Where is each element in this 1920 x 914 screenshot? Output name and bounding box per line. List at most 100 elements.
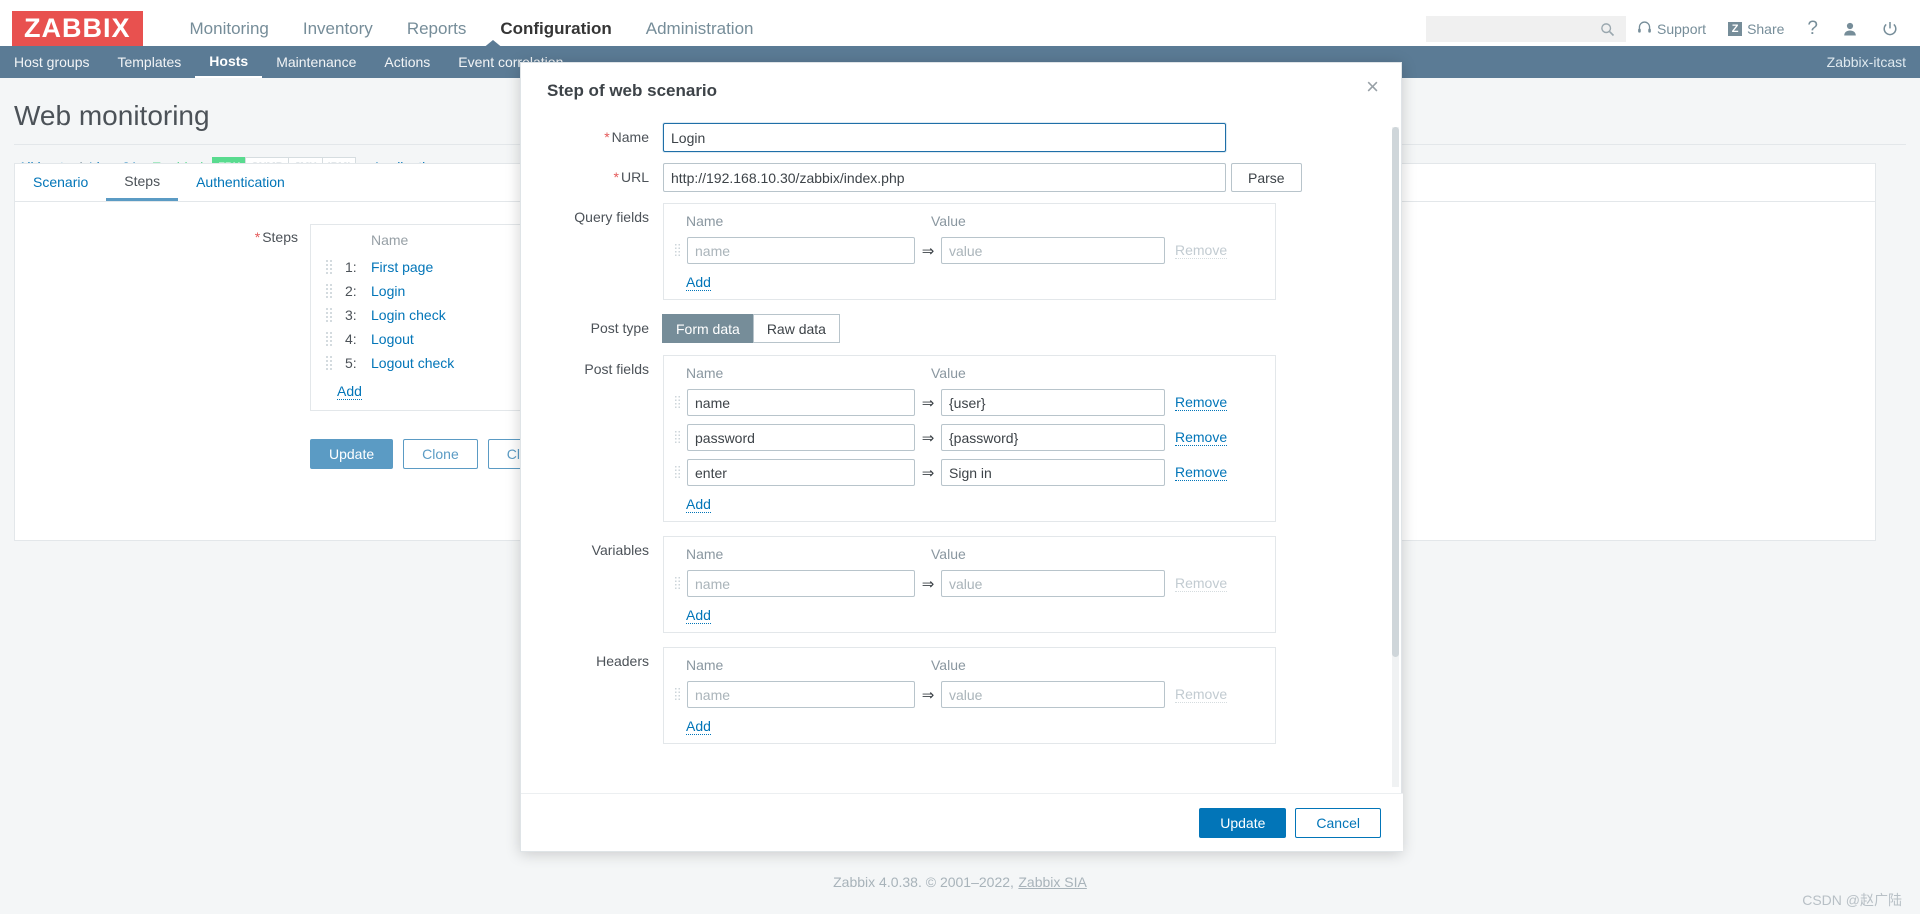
dialog-scrollbar-thumb[interactable] (1392, 127, 1399, 657)
subnav-templates[interactable]: Templates (103, 46, 195, 78)
post-field-value-input[interactable] (941, 424, 1165, 451)
drag-handle-icon[interactable] (674, 430, 681, 445)
column-header-value: Value (931, 546, 966, 562)
step-link[interactable]: Logout check (371, 355, 454, 371)
required-marker: * (613, 169, 619, 185)
post-type-row: Post type Form data Raw data (521, 314, 1401, 343)
drag-handle-icon[interactable] (674, 687, 681, 702)
header-value-input[interactable] (941, 681, 1165, 708)
headers-table: Name Value ⇒ Remove Add (663, 647, 1276, 744)
column-header-value: Value (931, 365, 966, 381)
column-header-name: Name (686, 365, 724, 381)
subnav-hosts[interactable]: Hosts (195, 46, 263, 79)
subnav-actions[interactable]: Actions (370, 46, 444, 78)
dialog-cancel-button[interactable]: Cancel (1295, 807, 1381, 838)
header-row: ⇒ Remove (664, 677, 1275, 712)
url-input[interactable] (663, 163, 1226, 192)
step-of-web-scenario-dialog: Step of web scenario × *Name *URL Parse … (520, 62, 1403, 852)
post-field-value-input[interactable] (941, 389, 1165, 416)
post-field-name-input[interactable] (687, 424, 915, 451)
add-step-link[interactable]: Add (337, 383, 362, 400)
query-field-name-input[interactable] (687, 237, 915, 264)
post-field-value-input[interactable] (941, 459, 1165, 486)
post-field-name-input[interactable] (687, 389, 915, 416)
drag-handle-icon[interactable] (674, 576, 681, 591)
variable-value-input[interactable] (941, 570, 1165, 597)
headset-icon (1637, 20, 1652, 38)
dialog-header: Step of web scenario × (521, 63, 1401, 119)
search-icon[interactable] (1594, 22, 1620, 37)
global-search[interactable] (1426, 16, 1627, 42)
post-fields-table: Name Value ⇒ Remove ⇒ Remove (663, 355, 1276, 522)
current-user-label: Zabbix-itcast (1826, 54, 1906, 70)
column-header-name: Name (686, 657, 724, 673)
subnav-maintenance[interactable]: Maintenance (262, 46, 370, 78)
dialog-body: *Name *URL Parse Query fields Name Value (521, 119, 1401, 791)
column-header-value: Value (931, 657, 966, 673)
variables-row: Variables Name Value ⇒ Remove Add (521, 536, 1401, 633)
tab-scenario[interactable]: Scenario (15, 164, 106, 201)
post-type-raw-data-button[interactable]: Raw data (752, 314, 840, 343)
add-header-link[interactable]: Add (686, 718, 711, 735)
drag-handle-icon[interactable] (325, 283, 333, 299)
column-header-value: Value (931, 213, 966, 229)
step-link[interactable]: Login (371, 283, 405, 299)
post-field-row: ⇒ Remove (664, 420, 1275, 455)
query-field-row: ⇒ Remove (664, 233, 1275, 268)
drag-handle-icon[interactable] (674, 395, 681, 410)
subnav-host-groups[interactable]: Host groups (0, 46, 103, 78)
post-type-toggle: Form data Raw data (662, 314, 840, 343)
step-link[interactable]: First page (371, 259, 433, 275)
post-field-row: ⇒ Remove (664, 385, 1275, 420)
step-number: 5: (345, 355, 357, 371)
remove-link: Remove (1175, 575, 1228, 592)
add-variable-link[interactable]: Add (686, 607, 711, 624)
name-label: * Name (604, 129, 649, 145)
clone-button[interactable]: Clone (403, 439, 478, 469)
query-field-value-input[interactable] (941, 237, 1165, 264)
update-button[interactable]: Update (310, 439, 394, 469)
drag-handle-icon[interactable] (674, 465, 681, 480)
page-footer: Zabbix 4.0.38. © 2001–2022, Zabbix SIA (0, 858, 1920, 914)
share-label: Share (1747, 21, 1785, 37)
dialog-footer: Update Cancel (521, 793, 1403, 851)
tab-steps[interactable]: Steps (106, 164, 179, 201)
tab-authentication[interactable]: Authentication (178, 164, 303, 201)
search-input[interactable] (1426, 17, 1595, 41)
add-post-field-link[interactable]: Add (686, 496, 711, 513)
step-number: 1: (345, 259, 357, 275)
step-link[interactable]: Login check (371, 307, 446, 323)
post-type-label: Post type (590, 320, 649, 336)
step-number: 4: (345, 331, 357, 347)
maps-to-icon: ⇒ (921, 464, 935, 482)
drag-handle-icon[interactable] (325, 355, 333, 371)
variables-header: Name Value (664, 537, 1275, 566)
remove-link[interactable]: Remove (1175, 429, 1228, 446)
post-type-form-data-button[interactable]: Form data (662, 314, 754, 343)
header-name-input[interactable] (687, 681, 915, 708)
headers-label: Headers (596, 653, 649, 669)
column-header-name: Name (686, 546, 724, 562)
post-field-name-input[interactable] (687, 459, 915, 486)
required-marker: * (254, 229, 261, 245)
column-header-name: Name (686, 213, 724, 229)
post-field-row: ⇒ Remove (664, 455, 1275, 490)
close-icon[interactable]: × (1360, 75, 1385, 99)
drag-handle-icon[interactable] (674, 243, 681, 258)
drag-handle-icon[interactable] (325, 307, 333, 323)
dialog-update-button[interactable]: Update (1199, 807, 1287, 838)
remove-link[interactable]: Remove (1175, 394, 1228, 411)
variable-name-input[interactable] (687, 570, 915, 597)
add-query-field-link[interactable]: Add (686, 274, 711, 291)
zabbix-logo[interactable]: ZABBIX (12, 11, 143, 47)
query-fields-label: Query fields (574, 209, 649, 225)
step-link[interactable]: Logout (371, 331, 414, 347)
zabbix-sia-link[interactable]: Zabbix SIA (1018, 874, 1086, 890)
drag-handle-icon[interactable] (325, 259, 333, 275)
drag-handle-icon[interactable] (325, 331, 333, 347)
parse-button[interactable]: Parse (1231, 163, 1302, 192)
steps-label: * Steps (254, 229, 298, 245)
name-input[interactable] (663, 123, 1226, 152)
headers-row: Headers Name Value ⇒ Remove Add (521, 647, 1401, 744)
remove-link[interactable]: Remove (1175, 464, 1228, 481)
